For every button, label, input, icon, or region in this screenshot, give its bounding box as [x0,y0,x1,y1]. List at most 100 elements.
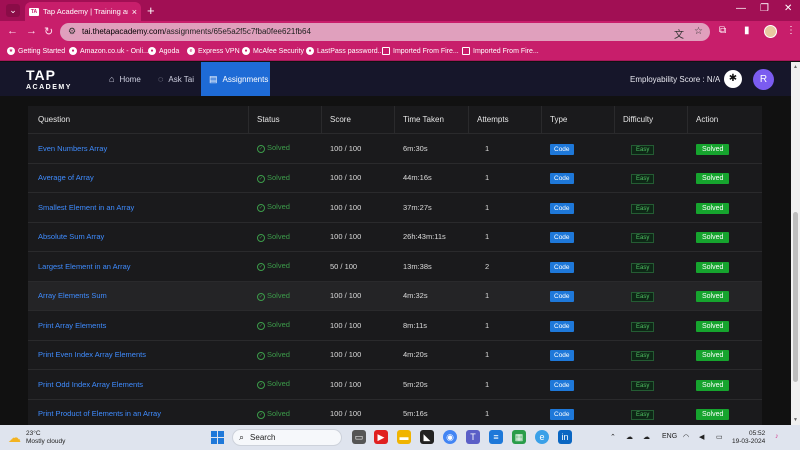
solved-button[interactable]: Solved [696,202,730,214]
question-link[interactable]: Print Product of Elements in an Array [38,409,161,418]
forward-icon[interactable]: → [26,25,37,37]
app-icon[interactable]: ▦ [512,430,526,444]
attempts-cell: 1 [485,291,490,301]
table-row: Print Product of Elements in an Array ✓ So… [28,400,762,426]
page-scrollbar[interactable]: ▲ ▼ [791,62,800,425]
windows-start-icon[interactable] [211,431,224,444]
task-view-icon[interactable]: ▭ [352,430,366,444]
type-badge: Code [550,261,574,273]
battery-icon[interactable]: ▭ [716,433,723,441]
translate-icon[interactable]: 文 [674,26,684,41]
solved-button[interactable]: Solved [696,379,730,391]
tab-strip: ⌄ TA Tap Academy | Training and Pla × + … [0,0,800,21]
weather-widget[interactable]: 23°C Mostly cloudy [26,430,65,447]
type-cell: Code [550,350,574,362]
bookmark-getting-started[interactable]: ★ Getting Started [7,47,65,55]
question-link[interactable]: Print Even Index Array Elements [38,350,146,359]
taskbar: ☁ 23°C Mostly cloudy ⌕ Search ▭ ▶ ▬ ◣ ◉ T… [0,425,800,450]
question-link[interactable]: Smallest Element in an Array [38,203,134,212]
extensions-icon[interactable]: ⧉ [719,25,726,36]
logo[interactable]: TAP ACADEMY [26,68,72,91]
teams-icon[interactable]: T [466,430,480,444]
bookmark-star-icon[interactable]: ☆ [694,26,703,37]
browser-tab[interactable]: TA Tap Academy | Training and Pla × [25,2,141,21]
solved-button[interactable]: Solved [696,320,730,332]
app-icon[interactable]: ◣ [420,430,434,444]
clock[interactable]: 05:52 19-03-2024 [732,430,765,447]
maximize-icon[interactable]: ❐ [760,3,769,14]
onedrive-icon[interactable]: ☁ [643,433,650,441]
solved-button[interactable]: Solved [696,173,730,185]
weather-cloud-icon[interactable]: ☁ [8,430,21,446]
question-link[interactable]: Absolute Sum Array [38,232,104,241]
file-explorer-icon[interactable]: ▬ [397,430,411,444]
time-taken-cell: 26h:43m:11s [403,232,446,242]
scroll-down-icon[interactable]: ▼ [793,417,798,423]
type-cell: Code [550,291,574,303]
tab-search-icon[interactable]: ⌄ [6,4,20,17]
new-tab-icon[interactable]: + [147,3,155,18]
nav-home[interactable]: ⌂ Home [109,62,141,96]
menu-kebab-icon[interactable]: ⋮ [786,25,796,36]
chevron-up-icon[interactable]: ⌃ [610,433,616,441]
cloud-icon[interactable]: ☁ [626,433,633,441]
status-cell: ✓ Solved [257,202,290,213]
taskbar-search[interactable]: ⌕ Search [232,429,342,446]
profile-avatar[interactable] [764,25,777,38]
question-link[interactable]: Print Odd Index Array Elements [38,380,143,389]
type-badge: Code [550,291,574,303]
bookmark-lastpass[interactable]: ● LastPass password... [306,47,384,55]
action-cell: Solved [696,379,730,391]
question-link[interactable]: Average of Array [38,173,94,182]
volume-icon[interactable]: ◀ [699,433,704,441]
nav-ask-tai[interactable]: ◌ Ask Tai [158,62,194,96]
solved-button[interactable]: Solved [696,261,730,273]
difficulty-cell: Easy [631,380,655,391]
question-link[interactable]: Even Numbers Array [38,144,107,153]
close-tab-icon[interactable]: × [132,7,137,17]
minimize-icon[interactable]: — [736,3,746,14]
notification-bell-icon[interactable]: ♪ [775,433,779,440]
site-info-icon[interactable]: ⚙ [68,26,76,37]
side-panel-icon[interactable]: ▮ [744,25,750,36]
bookmark-folder-2[interactable]: Imported From Fire... [462,47,539,55]
url-input[interactable]: ⚙ tai.thetapacademy.com/assignments/65e5… [60,23,710,41]
action-cell: Solved [696,350,730,362]
solved-button[interactable]: Solved [696,232,730,244]
close-window-icon[interactable]: ✕ [784,3,792,14]
scroll-thumb[interactable] [793,212,798,382]
status-label: Solved [267,320,290,330]
score-cell: 100 / 100 [330,143,362,153]
question-link[interactable]: Array Elements Sum [38,291,107,300]
bug-report-icon[interactable]: ✱ [724,70,742,88]
bookmark-mcafee[interactable]: ● McAfee Security [242,47,304,55]
question-link[interactable]: Print Array Elements [38,321,106,330]
linkedin-icon[interactable]: in [558,430,572,444]
edge-icon[interactable]: e [535,430,549,444]
youtube-icon[interactable]: ▶ [374,430,388,444]
chrome-icon[interactable]: ◉ [443,430,457,444]
back-icon[interactable]: ← [7,25,18,37]
bookmark-agoda[interactable]: ● Agoda [148,47,179,55]
bookmark-express-vpn[interactable]: e Express VPN [187,47,240,55]
store-icon[interactable]: ≡ [489,430,503,444]
solved-button[interactable]: Solved [696,350,730,362]
language-indicator[interactable]: ENG [662,433,677,440]
reload-icon[interactable]: ↻ [44,25,53,38]
difficulty-cell: Easy [631,262,655,273]
wifi-icon[interactable]: ◠ [683,433,689,441]
status-label: Solved [267,231,290,241]
bookmark-label: Express VPN [198,47,240,55]
question-link[interactable]: Largest Element in an Array [38,262,131,271]
solved-button[interactable]: Solved [696,143,730,155]
check-circle-icon: ✓ [257,381,265,390]
user-avatar[interactable]: R [753,69,774,90]
scroll-up-icon[interactable]: ▲ [793,64,798,70]
solved-button[interactable]: Solved [696,291,730,303]
bookmark-amazon[interactable]: ● Amazon.co.uk - Onli... [69,47,149,55]
solved-button[interactable]: Solved [696,409,730,421]
bookmark-folder-1[interactable]: Imported From Fire... [382,47,459,55]
nav-assignments[interactable]: ▤ Assignments [201,62,270,96]
difficulty-cell: Easy [631,409,655,421]
column-divider [614,106,615,134]
